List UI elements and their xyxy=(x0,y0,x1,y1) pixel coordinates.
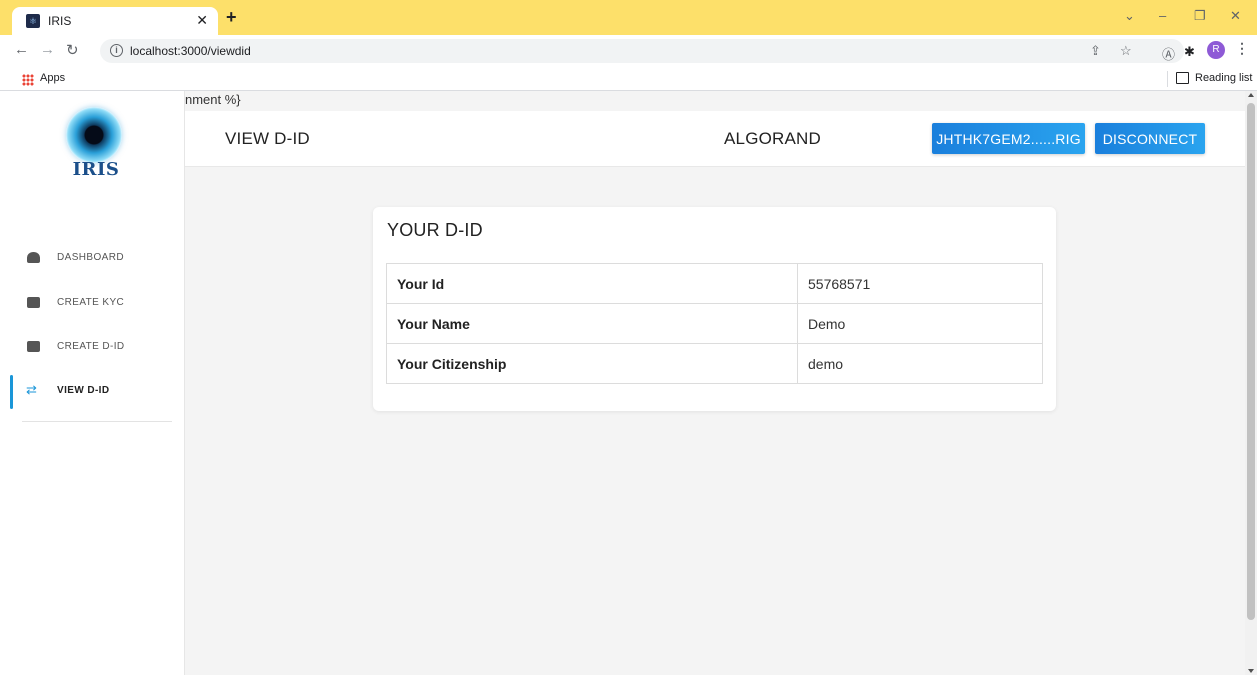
reload-icon[interactable]: ↻ xyxy=(66,41,79,59)
table-row: Your Id 55768571 xyxy=(386,263,1043,304)
apps-grid-icon[interactable] xyxy=(22,74,34,86)
page-viewport: IRIS DASHBOARD CREATE KYC CREATE D-ID ⇄ … xyxy=(0,91,1245,675)
close-tab-icon[interactable]: ✕ xyxy=(196,12,208,29)
reading-list-button[interactable]: Reading list xyxy=(1195,72,1252,84)
sidebar-item-label: DASHBOARD xyxy=(57,252,124,263)
bookmarks-bar: Apps Reading list xyxy=(0,67,1257,91)
sidebar-item-label: CREATE D-ID xyxy=(57,341,125,352)
tab-search-icon[interactable]: ⌄ xyxy=(1124,8,1135,24)
sidebar-divider xyxy=(22,421,172,422)
url-input[interactable]: i localhost:3000/viewdid ⇪ ☆ xyxy=(100,39,1184,63)
swap-icon: ⇄ xyxy=(26,382,37,397)
wallet-icon xyxy=(27,297,40,308)
top-navbar: VIEW D-ID ALGORAND JHTHK7GEM2......RIG D… xyxy=(185,111,1245,167)
tab-title: IRIS xyxy=(48,14,72,28)
scroll-up-icon[interactable] xyxy=(1248,93,1254,97)
vertical-scrollbar[interactable] xyxy=(1245,91,1257,675)
browser-tab[interactable]: ⚛ IRIS ✕ xyxy=(12,7,218,35)
bookmark-star-icon[interactable]: ☆ xyxy=(1120,43,1132,59)
wallet-icon xyxy=(27,341,40,352)
template-leak-text: nment %} xyxy=(185,92,241,107)
row-value: Demo xyxy=(797,303,1043,344)
react-favicon-icon: ⚛ xyxy=(26,14,40,28)
did-table: Your Id 55768571 Your Name Demo Your Cit… xyxy=(386,263,1043,384)
dashboard-icon xyxy=(27,252,40,263)
table-row: Your Citizenship demo xyxy=(386,343,1043,384)
page-title: VIEW D-ID xyxy=(225,129,310,148)
browser-menu-icon[interactable]: ⋮ xyxy=(1235,40,1249,57)
row-label: Your Id xyxy=(386,263,798,304)
minimize-icon[interactable]: – xyxy=(1159,8,1166,23)
close-window-icon[interactable]: ✕ xyxy=(1230,8,1241,24)
sidebar-item-label: CREATE KYC xyxy=(57,297,125,308)
sidebar-item-dashboard[interactable]: DASHBOARD xyxy=(0,248,185,270)
row-value: demo xyxy=(797,343,1043,384)
browser-tab-bar: ⚛ IRIS ✕ + ⌄ – ❐ ✕ xyxy=(0,0,1257,35)
restore-icon[interactable]: ❐ xyxy=(1194,8,1206,24)
info-icon[interactable]: i xyxy=(110,44,123,57)
extension-a-icon[interactable]: Ⓐ xyxy=(1162,44,1175,63)
network-label: ALGORAND xyxy=(724,129,822,148)
bookmark-divider xyxy=(1167,71,1168,87)
did-card: YOUR D-ID Your Id 55768571 Your Name Dem… xyxy=(373,207,1056,411)
url-text: localhost:3000/viewdid xyxy=(130,44,251,58)
new-tab-button[interactable]: + xyxy=(226,7,237,27)
extensions-puzzle-icon[interactable]: ✱ xyxy=(1184,44,1195,60)
table-row: Your Name Demo xyxy=(386,303,1043,344)
sidebar: IRIS DASHBOARD CREATE KYC CREATE D-ID ⇄ … xyxy=(0,91,185,675)
reading-list-icon[interactable] xyxy=(1176,72,1189,84)
browser-address-bar: ← → ↻ i localhost:3000/viewdid ⇪ ☆ Ⓐ ✱ xyxy=(0,35,1257,67)
sidebar-item-create-kyc[interactable]: CREATE KYC xyxy=(0,293,185,315)
profile-avatar[interactable]: R xyxy=(1207,41,1225,59)
wallet-address-button[interactable]: JHTHK7GEM2......RIG xyxy=(932,123,1085,154)
row-label: Your Citizenship xyxy=(386,343,798,384)
row-label: Your Name xyxy=(386,303,798,344)
iris-logo[interactable]: IRIS xyxy=(52,103,140,187)
forward-icon[interactable]: → xyxy=(40,41,55,58)
share-icon[interactable]: ⇪ xyxy=(1090,43,1101,59)
scroll-down-icon[interactable] xyxy=(1248,669,1254,673)
back-icon[interactable]: ← xyxy=(14,41,29,58)
disconnect-button[interactable]: DISCONNECT xyxy=(1095,123,1205,154)
sidebar-item-label: VIEW D-ID xyxy=(57,385,110,396)
card-title: YOUR D-ID xyxy=(387,220,483,240)
eye-logo-icon xyxy=(66,107,122,163)
row-value: 55768571 xyxy=(797,263,1043,304)
sidebar-item-view-d-id[interactable]: ⇄ VIEW D-ID xyxy=(0,375,185,409)
scrollbar-thumb[interactable] xyxy=(1247,103,1255,620)
apps-bookmark[interactable]: Apps xyxy=(40,72,65,84)
sidebar-item-create-d-id[interactable]: CREATE D-ID xyxy=(0,337,185,359)
active-indicator xyxy=(10,375,13,409)
logo-text: IRIS xyxy=(72,159,120,180)
